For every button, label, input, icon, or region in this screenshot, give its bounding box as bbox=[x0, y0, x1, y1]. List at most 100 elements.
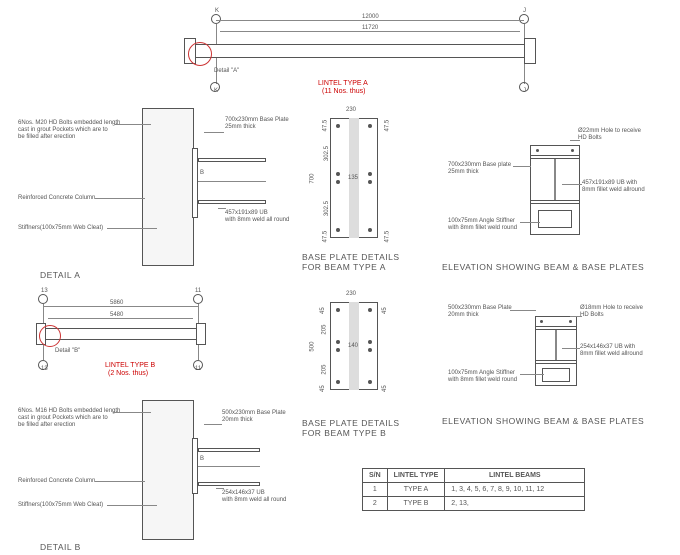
detail-a-circle bbox=[188, 42, 212, 66]
bp-b-h2 bbox=[368, 308, 372, 312]
detail-a-callout2-l2: with 8mm weld all round bbox=[225, 217, 289, 224]
detail-b-circle bbox=[39, 325, 61, 347]
bp-b-r1b: 45 bbox=[320, 385, 327, 392]
bp-b-c1b: 45 bbox=[382, 385, 389, 392]
bp-b-title1: BASE PLATE DETAILS bbox=[302, 418, 400, 428]
elev-b-bflange bbox=[535, 360, 577, 364]
grid-bubble-j-bot bbox=[519, 82, 529, 92]
detail-a-callout1-l2: 25mm thick bbox=[225, 124, 256, 131]
table-row: 2 TYPE B 2, 13, bbox=[363, 497, 585, 511]
bp-a-r2: 302.5 bbox=[324, 146, 331, 161]
bp-a-hole7 bbox=[336, 228, 340, 232]
elev-a-n2l2: 25mm thick bbox=[448, 169, 479, 176]
bp-b-h1 bbox=[336, 308, 340, 312]
bp-b-w: 230 bbox=[346, 291, 356, 298]
leader-ea4 bbox=[520, 222, 540, 223]
elev-a-bflange bbox=[530, 200, 580, 204]
detail-b-cut: B bbox=[200, 456, 204, 463]
grid-bubble-k-bot bbox=[210, 82, 220, 92]
bp-a-hole6 bbox=[368, 180, 372, 184]
detail-b-column bbox=[142, 400, 194, 540]
bp-a-w: 230 bbox=[346, 107, 356, 114]
th-sn: S/N bbox=[363, 469, 388, 483]
bp-b-c1: 45 bbox=[382, 307, 389, 314]
detail-b-tflange bbox=[198, 448, 260, 452]
leader-db4 bbox=[204, 424, 222, 425]
leader-da3 bbox=[107, 228, 157, 229]
bp-b-title2: FOR BEAM TYPE B bbox=[302, 428, 386, 438]
bp-b-h4 bbox=[368, 340, 372, 344]
elev-b-n4l2: with 8mm fillet weld round bbox=[448, 377, 517, 384]
elev-a-n4l2: with 8mm fillet weld round bbox=[448, 225, 517, 232]
bp-a-title1: BASE PLATE DETAILS bbox=[302, 252, 400, 262]
elev-a-title: ELEVATION SHOWING BEAM & BASE PLATES bbox=[442, 262, 644, 272]
bp-b-gauge: 140 bbox=[348, 343, 358, 350]
leader-ea2 bbox=[513, 166, 531, 167]
bp-a-hole8 bbox=[368, 228, 372, 232]
elev-a-hole2 bbox=[571, 149, 574, 152]
cell-sn-2: 2 bbox=[363, 497, 388, 511]
detail-b-co2l2: with 8mm weld all round bbox=[222, 497, 286, 504]
detail-a-title: DETAIL A bbox=[40, 270, 80, 280]
elev-a-hole bbox=[536, 149, 539, 152]
detail-a-top-flange bbox=[198, 158, 266, 162]
elev-b-web bbox=[555, 330, 557, 360]
dim-line-total-a bbox=[216, 20, 524, 21]
leader-da1 bbox=[115, 124, 151, 125]
elev-a-web bbox=[554, 159, 556, 200]
th-beams: LINTEL BEAMS bbox=[445, 469, 585, 483]
cell-type-2: TYPE B bbox=[387, 497, 445, 511]
bp-a-hole4 bbox=[368, 172, 372, 176]
elev-b-h2 bbox=[569, 320, 572, 323]
leader-db2 bbox=[95, 481, 145, 482]
grid-bubble-11t bbox=[193, 294, 203, 304]
bp-a-hole bbox=[336, 124, 340, 128]
leader-eb4 bbox=[520, 374, 544, 375]
bp-a-r1: 47.5 bbox=[322, 120, 329, 132]
leader-db5 bbox=[216, 488, 224, 489]
leader-da2 bbox=[95, 198, 145, 199]
detail-b-n3: Stiffners(100x75mm Web Cleat) bbox=[18, 502, 103, 509]
table-row: 1 TYPE A 1, 3, 4, 5, 6, 7, 8, 9, 10, 11,… bbox=[363, 483, 585, 497]
bp-a-title2: FOR BEAM TYPE A bbox=[302, 262, 386, 272]
elev-b-title: ELEVATION SHOWING BEAM & BASE PLATES bbox=[442, 416, 644, 426]
lintel-table: S/N LINTEL TYPE LINTEL BEAMS 1 TYPE A 1,… bbox=[362, 468, 585, 511]
bp-b-h6 bbox=[368, 348, 372, 352]
detail-a-column bbox=[142, 108, 194, 266]
elev-b-n3l2: 8mm fillet weld allround bbox=[580, 351, 643, 358]
lintel-b-subtitle: (2 Nos. thus) bbox=[108, 370, 148, 378]
dim-line-total-b bbox=[43, 306, 198, 307]
grid-bubble-j-top bbox=[519, 14, 529, 24]
cell-beams-2: 2, 13, bbox=[445, 497, 585, 511]
detail-a-bot-flange bbox=[198, 200, 266, 204]
bp-b-h3 bbox=[336, 340, 340, 344]
grid-bubble-k-top bbox=[211, 14, 221, 24]
bp-a-hole2 bbox=[368, 124, 372, 128]
elev-b-stiffner bbox=[542, 368, 570, 382]
grid-bubble-11b bbox=[193, 360, 203, 370]
detail-b-co1l2: 20mm thick bbox=[222, 417, 253, 424]
bp-a-hole5 bbox=[336, 180, 340, 184]
leader-eb1 bbox=[510, 310, 536, 311]
detail-a-note1-l3: be filled after erection bbox=[18, 134, 75, 141]
detail-b-title: DETAIL B bbox=[40, 542, 81, 552]
leader-da5 bbox=[218, 208, 226, 209]
elev-a-stiffner bbox=[538, 210, 572, 228]
detail-b-web bbox=[198, 466, 260, 467]
leader-ea1 bbox=[570, 140, 580, 141]
leader-eb2 bbox=[570, 316, 582, 317]
bp-b-r2: 205 bbox=[321, 325, 328, 335]
detail-b-callout: Detail "B" bbox=[55, 348, 80, 355]
detail-b-bflange bbox=[198, 482, 260, 486]
grid-bubble-13t bbox=[38, 294, 48, 304]
bp-a-c1: 47.5 bbox=[384, 120, 391, 132]
bp-b-r1: 45 bbox=[320, 307, 327, 314]
bp-a-gauge: 135 bbox=[348, 175, 358, 182]
detail-b-n2: Reinforced Concrete Column bbox=[18, 478, 95, 485]
lintel-a-beam bbox=[188, 44, 528, 58]
elev-b-h1 bbox=[540, 320, 543, 323]
elev-a-n3l2: 8mm fillet weld allround bbox=[582, 187, 645, 194]
bp-b-h: 500 bbox=[309, 342, 316, 352]
detail-b-n1l3: be filled after erection bbox=[18, 422, 75, 429]
dim-line-inner-b bbox=[48, 318, 193, 319]
